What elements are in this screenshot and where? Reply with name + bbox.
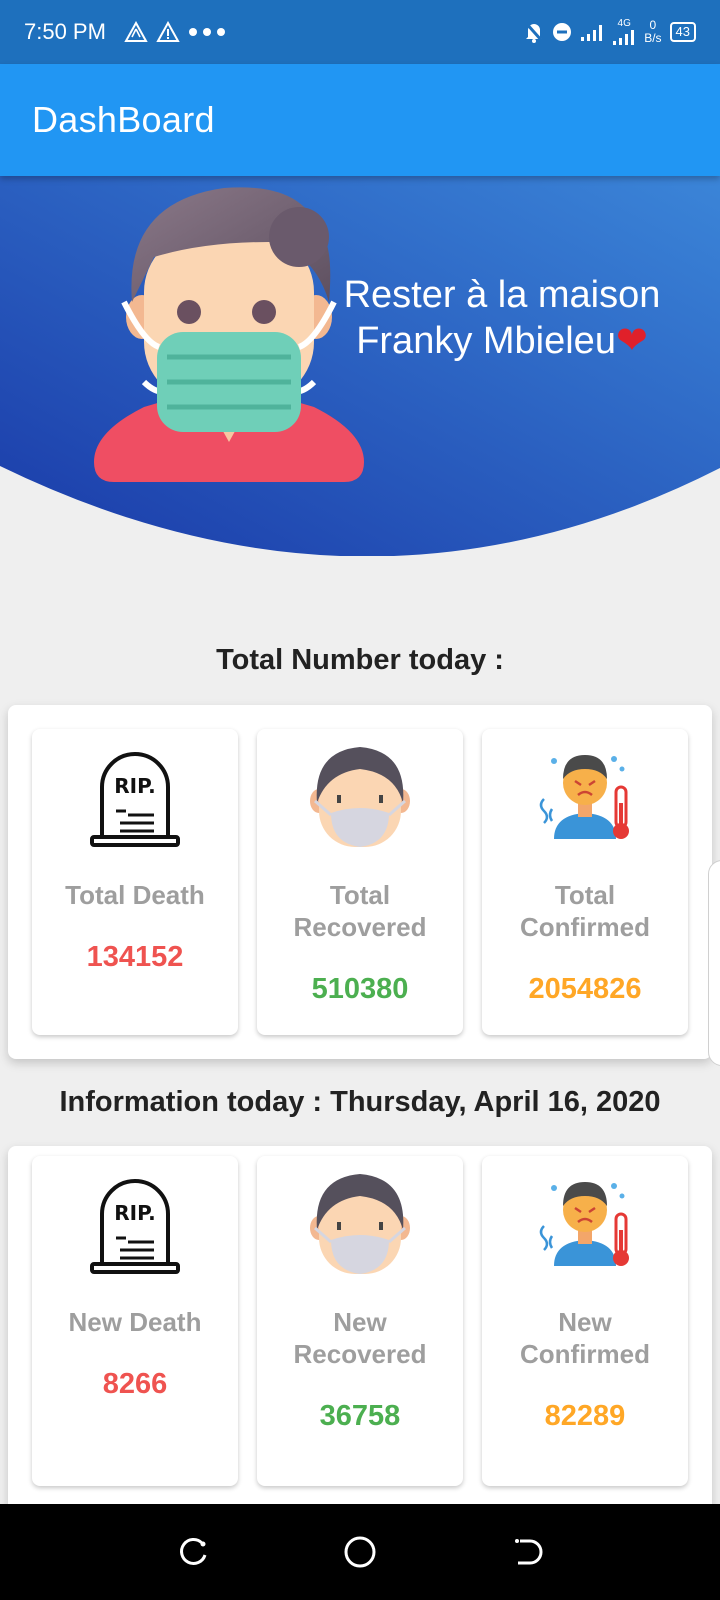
status-bar: 7:50 PM 4G 0 B/s 43 [0, 0, 720, 64]
status-time: 7:50 PM [24, 19, 106, 44]
more-dots-icon [188, 28, 225, 36]
card-label: New Recovered [293, 1307, 427, 1369]
banner-line-2-wrap: Franky Mbieleu❤ [312, 318, 692, 364]
card-value: 8266 [102, 1368, 168, 1400]
edge-panel-handle[interactable] [708, 860, 720, 1066]
banner-message: Rester à la maison Franky Mbieleu❤ [312, 272, 692, 364]
totals-section-title: Total Number today : [216, 644, 504, 676]
card-label: Total Recovered [293, 880, 427, 942]
rip-tombstone-icon: RIP. [90, 1179, 180, 1274]
data-speed: 0 B/s [644, 18, 662, 45]
card-label: New Confirmed [520, 1307, 650, 1369]
svg-text:RIP.: RIP. [114, 1201, 155, 1225]
status-right-icons: 4G 0 B/s 43 [524, 19, 696, 45]
recents-icon[interactable] [176, 1535, 210, 1569]
hero-banner: Rester à la maison Franky Mbieleu❤ [0, 176, 720, 556]
page-title: DashBoard [32, 99, 215, 140]
status-left-icons [124, 21, 226, 43]
alert-outline-icon [124, 21, 148, 42]
banner-line-1: Rester à la maison [343, 274, 661, 316]
do-not-disturb-icon [553, 23, 572, 41]
totals-panel: RIP. Total Death 134152 Total Recovered … [8, 705, 712, 1059]
total-death-card: RIP. Total Death 134152 [32, 729, 238, 1035]
signal-icon [581, 25, 603, 41]
bell-off-icon [525, 22, 544, 43]
network-type-label: 4G [617, 18, 631, 29]
total-confirmed-card: Total Confirmed 2054826 [482, 729, 688, 1035]
fever-person-icon [539, 755, 629, 839]
app-bar: DashBoard [0, 64, 720, 176]
rip-tombstone-icon: RIP. [90, 752, 180, 847]
card-value: 134152 [86, 941, 184, 973]
home-icon[interactable] [342, 1534, 378, 1570]
card-value: 2054826 [528, 973, 642, 1005]
masked-face-icon [310, 1174, 410, 1274]
fever-person-icon [539, 1182, 629, 1266]
heart-icon: ❤ [615, 320, 648, 362]
total-recovered-card: Total Recovered 510380 [257, 729, 463, 1035]
new-death-card: RIP. New Death 8266 [32, 1156, 238, 1486]
card-label: Total Confirmed [520, 880, 650, 942]
card-value: 510380 [311, 973, 409, 1005]
masked-face-icon [310, 747, 410, 847]
card-label: Total Death [65, 880, 205, 910]
card-value: 36758 [319, 1400, 401, 1432]
today-panel: RIP. New Death 8266 New Recovered 36758 [8, 1146, 712, 1526]
new-confirmed-card: New Confirmed 82289 [482, 1156, 688, 1486]
warning-icon [156, 21, 180, 42]
battery-indicator: 43 [669, 22, 696, 42]
banner-line-2: Franky Mbieleu [356, 320, 616, 362]
today-section-title: Information today : Thursday, April 16, … [59, 1086, 661, 1118]
svg-text:RIP.: RIP. [114, 774, 155, 798]
card-label: New Death [68, 1307, 202, 1337]
system-nav-bar [0, 1504, 720, 1600]
card-value: 82289 [544, 1400, 626, 1432]
signal-4g-icon: 4G [612, 19, 636, 45]
back-icon[interactable] [510, 1535, 544, 1569]
new-recovered-card: New Recovered 36758 [257, 1156, 463, 1486]
